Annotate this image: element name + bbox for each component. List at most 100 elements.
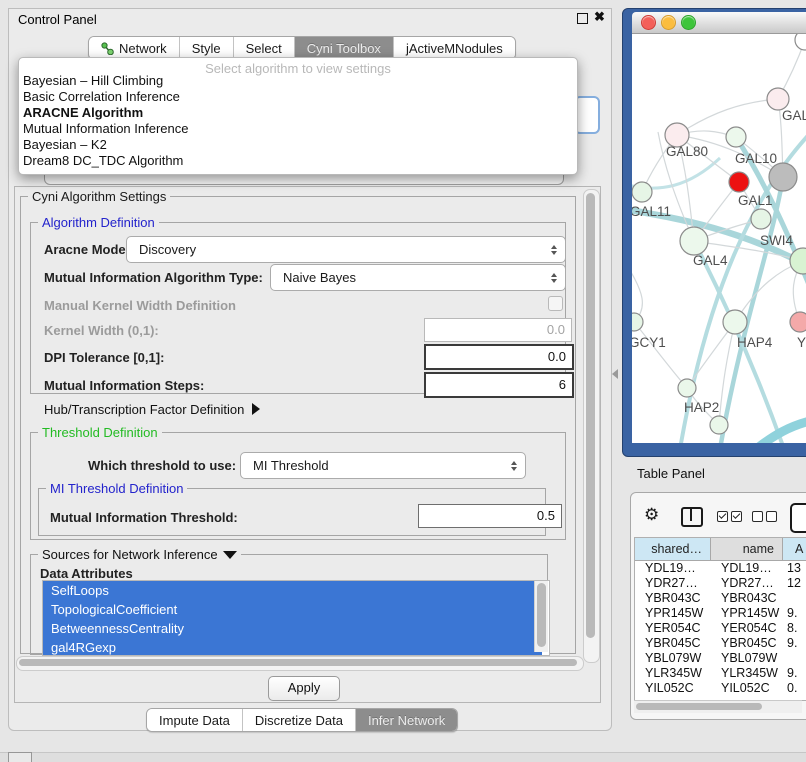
- attribute-list-item[interactable]: BetweennessCentrality: [43, 619, 542, 638]
- dpi-tolerance-field[interactable]: 0.0: [424, 344, 574, 370]
- column-header-shared-name[interactable]: shared…: [635, 538, 711, 560]
- unchecked-checkbox-icon[interactable]: [752, 511, 763, 522]
- aracne-mode-combobox[interactable]: Discovery: [126, 236, 566, 263]
- table-cell[interactable]: 13: [783, 561, 806, 576]
- data-attributes-list[interactable]: SelfLoopsTopologicalCoefficientBetweenne…: [42, 580, 550, 656]
- apply-button[interactable]: Apply: [268, 676, 340, 701]
- tab-infer-network[interactable]: Infer Network: [356, 709, 457, 731]
- tab-style[interactable]: Style: [180, 37, 234, 59]
- table-cell[interactable]: YPR145W: [635, 606, 711, 621]
- which-threshold-combobox[interactable]: MI Threshold: [240, 452, 526, 479]
- close-traffic-light[interactable]: [641, 15, 656, 30]
- algorithm-option[interactable]: Mutual Information Inference: [23, 121, 573, 137]
- tab-discretize-data[interactable]: Discretize Data: [243, 709, 356, 731]
- network-canvas[interactable]: GALGAL80GAL10GAL1GAL11GAL4SWI4GCY1HAP4YH…: [632, 34, 806, 443]
- table-cell[interactable]: YBR043C: [711, 591, 783, 606]
- manual-kernel-width-checkbox[interactable]: [548, 296, 563, 311]
- tab-impute-data[interactable]: Impute Data: [147, 709, 243, 731]
- checked-checkbox-icon[interactable]: [717, 511, 728, 522]
- unchecked-checkbox-icon[interactable]: [766, 511, 777, 522]
- attribute-list-item[interactable]: TopologicalCoefficient: [43, 600, 542, 619]
- network-node-gal4[interactable]: [680, 227, 708, 255]
- table-cell[interactable]: 8.: [783, 621, 806, 636]
- table-row[interactable]: YDR27…YDR27…12: [635, 576, 806, 591]
- table-cell[interactable]: 9.: [783, 636, 806, 651]
- table-cell[interactable]: YPR145W: [711, 606, 783, 621]
- attribute-list-item[interactable]: SelfLoops: [43, 581, 542, 600]
- network-window-titlebar[interactable]: [632, 12, 806, 34]
- columns-icon[interactable]: [681, 507, 703, 527]
- table-horizontal-scrollbar[interactable]: [634, 700, 802, 713]
- network-node-y[interactable]: [790, 312, 806, 332]
- attribute-list-item[interactable]: gal4RGexp: [43, 638, 542, 656]
- collapsed-panel-icon[interactable]: [8, 752, 32, 762]
- network-node-hap4[interactable]: [723, 310, 747, 334]
- sources-title[interactable]: Sources for Network Inference: [38, 547, 241, 562]
- column-header-name[interactable]: name: [711, 538, 783, 560]
- algorithm-option[interactable]: Bayesian – K2: [23, 137, 573, 153]
- tab-jactivemnodules[interactable]: jActiveMNodules: [394, 37, 515, 59]
- tab-network[interactable]: Network: [89, 37, 180, 59]
- table-cell[interactable]: YDR27…: [711, 576, 783, 591]
- network-node-gal1[interactable]: [751, 209, 771, 229]
- table-cell[interactable]: YIL052C: [635, 681, 711, 696]
- table-cell[interactable]: YDR27…: [635, 576, 711, 591]
- network-node[interactable]: [795, 34, 806, 50]
- table-row[interactable]: YBR043CYBR043C: [635, 591, 806, 606]
- table-row[interactable]: YDL19…YDL19…13: [635, 561, 806, 576]
- table-cell[interactable]: 9.: [783, 666, 806, 681]
- attribute-list-scrollbar[interactable]: [534, 581, 548, 652]
- table-cell[interactable]: YIL052C: [711, 681, 783, 696]
- table-row[interactable]: YBL079WYBL079W: [635, 651, 806, 666]
- table-cell[interactable]: [783, 651, 806, 666]
- minimize-traffic-light[interactable]: [661, 15, 676, 30]
- table-cell[interactable]: YLR345W: [711, 666, 783, 681]
- zoom-traffic-light[interactable]: [681, 15, 696, 30]
- mi-threshold-field[interactable]: 0.5: [418, 504, 562, 528]
- table-row[interactable]: YLR345WYLR345W9.: [635, 666, 806, 681]
- table-cell[interactable]: YBR043C: [635, 591, 711, 606]
- network-node-gal11[interactable]: [632, 182, 652, 202]
- table-cell[interactable]: 0.: [783, 681, 806, 696]
- table-cell[interactable]: YDL19…: [711, 561, 783, 576]
- algorithm-option[interactable]: ARACNE Algorithm: [23, 105, 573, 121]
- table-cell[interactable]: [783, 591, 806, 606]
- network-node[interactable]: [769, 163, 797, 191]
- mi-algorithm-type-combobox[interactable]: Naive Bayes: [270, 264, 566, 291]
- settings-vertical-scrollbar[interactable]: [583, 189, 600, 663]
- table-cell[interactable]: YBR045C: [635, 636, 711, 651]
- network-node-gal[interactable]: [767, 88, 789, 110]
- table-cell[interactable]: 12: [783, 576, 806, 591]
- column-header-partial[interactable]: A: [783, 538, 806, 560]
- kernel-width-field[interactable]: 0.0: [424, 318, 572, 342]
- algorithm-option[interactable]: Bayesian – Hill Climbing: [23, 73, 573, 89]
- table-cell[interactable]: YLR345W: [635, 666, 711, 681]
- algorithm-option[interactable]: Basic Correlation Inference: [23, 89, 573, 105]
- algorithm-option[interactable]: Dream8 DC_TDC Algorithm: [23, 153, 573, 169]
- tab-cyni-toolbox[interactable]: Cyni Toolbox: [295, 37, 394, 59]
- table-function-button-partial[interactable]: [790, 503, 806, 533]
- table-cell[interactable]: YBL079W: [711, 651, 783, 666]
- network-node[interactable]: [729, 172, 749, 192]
- node-table[interactable]: shared… name A YDL19…YDL19…13YDR27…YDR27…: [634, 537, 806, 701]
- table-cell[interactable]: YBL079W: [635, 651, 711, 666]
- table-cell[interactable]: YDL19…: [635, 561, 711, 576]
- tab-select[interactable]: Select: [234, 37, 295, 59]
- table-cell[interactable]: YER054C: [711, 621, 783, 636]
- table-row[interactable]: YBR045CYBR045C9.: [635, 636, 806, 651]
- network-node[interactable]: [710, 416, 728, 434]
- checked-checkbox-icon[interactable]: [731, 511, 742, 522]
- table-cell[interactable]: YBR045C: [711, 636, 783, 651]
- table-row[interactable]: YPR145WYPR145W9.: [635, 606, 806, 621]
- split-pane-collapse-handle[interactable]: [612, 369, 618, 379]
- network-node-hap2[interactable]: [678, 379, 696, 397]
- settings-horizontal-scrollbar[interactable]: [16, 656, 584, 671]
- table-row[interactable]: YER054CYER054C8.: [635, 621, 806, 636]
- close-icon[interactable]: ✖: [594, 9, 605, 25]
- table-row[interactable]: YIL052CYIL052C0.: [635, 681, 806, 696]
- network-node-gal10[interactable]: [726, 127, 746, 147]
- table-cell[interactable]: YER054C: [635, 621, 711, 636]
- network-node-gcy1[interactable]: [632, 313, 643, 331]
- gear-icon[interactable]: ⚙: [644, 505, 659, 525]
- hub-definition-expander[interactable]: Hub/Transcription Factor Definition: [44, 402, 260, 417]
